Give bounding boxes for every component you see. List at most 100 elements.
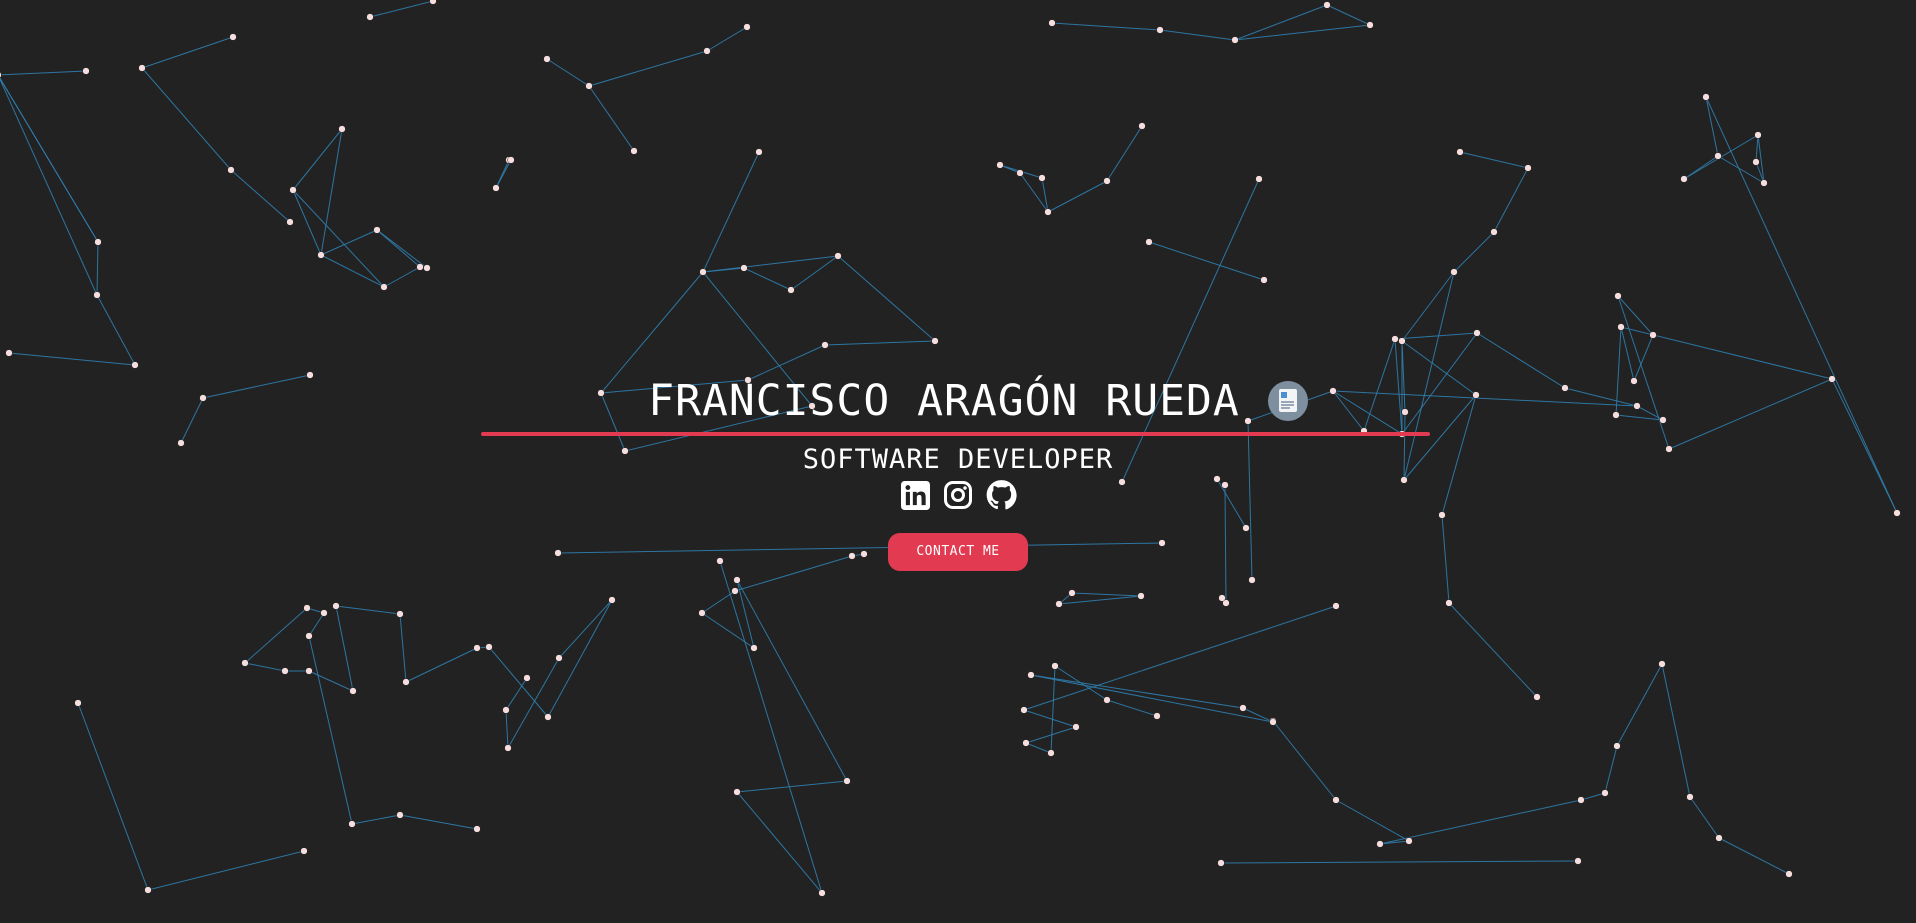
network-node [1323,1,1331,9]
network-node [1255,175,1263,183]
network-node [1038,174,1046,182]
network-edge [1604,745,1618,794]
network-node [1044,208,1052,216]
network-node [1103,696,1111,704]
network-edge [1326,4,1371,26]
network-node [834,252,842,260]
network-node [1051,662,1059,670]
network-node [731,587,739,595]
network-node [502,706,510,714]
network-node [396,811,404,819]
network-node [818,889,826,897]
network-node [332,602,340,610]
network-node [1405,837,1413,845]
network-node [543,55,551,63]
network-edge [1023,709,1077,728]
network-node [1613,742,1621,750]
network-edge [399,613,407,683]
network-edge [1220,860,1579,864]
network-edge [736,579,848,782]
network-node [1068,589,1076,597]
network-edge [1047,180,1108,213]
github-icon[interactable] [986,478,1017,512]
network-edge [244,607,308,664]
network-node [1754,131,1762,139]
network-edge [1459,151,1529,169]
network-edge [1058,595,1142,605]
network-edge [702,255,839,273]
page-title: FRANCISCO ARAGÓN RUEDA [648,376,1240,426]
network-node [93,291,101,299]
network-edge [1453,231,1495,273]
network-edge [1071,592,1142,597]
network-edge [230,169,291,223]
network-node [373,226,381,234]
network-edge [308,635,353,825]
network-edge [96,241,99,296]
network-node [743,23,751,31]
network-node [1617,323,1625,331]
network-node [1153,712,1161,720]
network-node [303,604,311,612]
network-node [82,67,90,75]
network-edge [376,229,428,269]
network-edge [546,58,590,87]
network-node [144,886,152,894]
network-node [229,33,237,41]
title-row: FRANCISCO ARAGÓN RUEDA [0,370,1916,432]
network-node [1231,36,1239,44]
network-edge [1041,177,1049,213]
network-edge [837,255,936,342]
title-underline [481,432,1430,436]
network-edge [702,151,760,273]
network-node [473,644,481,652]
network-node [396,610,404,618]
network-node [755,148,763,156]
network-node [630,147,638,155]
network-edge [8,352,136,366]
contact-button[interactable]: CONTACT ME [888,533,1028,571]
network-edge [308,670,354,692]
network-node [608,596,616,604]
network-node [1715,834,1723,842]
network-edge [1661,663,1691,798]
network-node [1103,177,1111,185]
network-edge [824,340,936,346]
network-node [1145,238,1153,246]
resume-document-icon[interactable] [1267,381,1308,421]
network-node [1760,179,1768,187]
network-edge [507,657,560,749]
network-edge [320,229,378,256]
network-node [473,825,481,833]
network-node [485,643,493,651]
network-node [1473,329,1481,337]
network-node [699,268,707,276]
network-edge [1106,125,1143,182]
network-node [305,667,313,675]
instagram-icon[interactable] [943,478,974,512]
network-edge [588,85,635,152]
network-node [423,264,431,272]
network-edge [0,77,99,243]
network-edge [1718,837,1790,875]
network-edge [77,702,149,891]
network-node [1332,796,1340,804]
network-edge [1106,699,1158,717]
network-edge [1493,167,1529,233]
network-node [1016,169,1024,177]
network-node [1217,859,1225,867]
network-node [1218,594,1226,602]
network-node [1490,228,1498,236]
network-edge [736,791,823,894]
network-edge [335,605,354,692]
network-node [1138,122,1146,130]
network-node [507,156,515,164]
network-edge [376,229,421,268]
network-node [380,283,388,291]
network-node [5,349,13,357]
network-node [366,13,374,21]
network-node [1445,599,1453,607]
linkedin-icon[interactable] [900,478,931,512]
network-node [1156,26,1164,34]
network-node [1027,671,1035,679]
